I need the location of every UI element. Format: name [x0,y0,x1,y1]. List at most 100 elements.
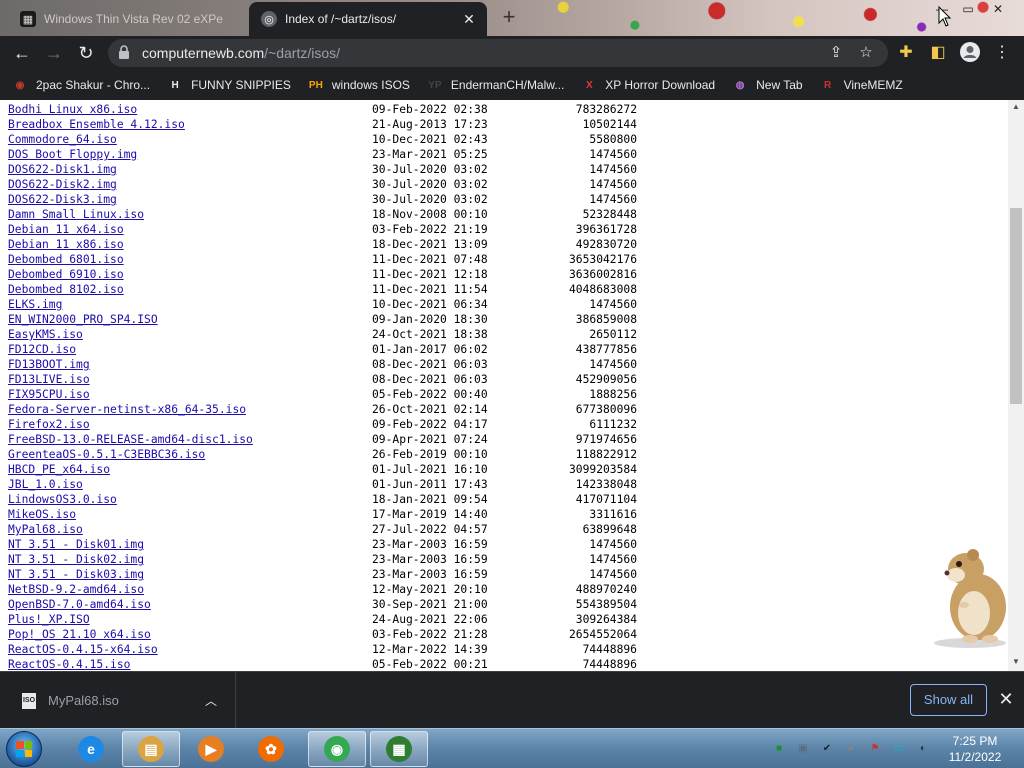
download-bar: ISO MyPal68.iso ︿ Show all ✕ [0,671,1024,729]
file-link[interactable]: Damn Small Linux.iso [8,207,144,222]
extensions-icon[interactable]: ✚ [894,41,918,65]
scroll-up-icon[interactable]: ▲ [1008,102,1024,114]
file-link[interactable]: EN_WIN2000_PRO_SP4.ISO [8,312,158,327]
file-row: MyPal68.iso 27-Jul-2022 04:57 63899648 [8,522,648,537]
file-link[interactable]: NT 3.51 - Disk01.img [8,537,144,552]
file-row: FD12CD.iso 01-Jan-2017 06:02 438777856 [8,342,648,357]
scroll-down-icon[interactable]: ▼ [1008,657,1024,669]
bookmark-item[interactable]: H FUNNY SNIPPIES [167,77,290,93]
file-link[interactable]: Plus!_XP.ISO [8,612,90,627]
file-link[interactable]: HBCD_PE_x64.iso [8,462,110,477]
file-link[interactable]: Breadbox Ensemble 4.12.iso [8,117,185,132]
file-link[interactable]: Debombed 6910.iso [8,267,124,282]
url-host: computernewb.com [142,45,265,61]
bookmark-item[interactable]: ◉ 2pac Shakur - Chro... [12,77,150,93]
file-row: Debombed 6801.iso 11-Dec-2021 07:48 365304… [8,252,648,267]
file-date: 12-May-2021 20:10 [372,583,488,596]
taskbar-button[interactable]: ▶ [182,731,240,767]
file-link[interactable]: NetBSD-9.2-amd64.iso [8,582,144,597]
profile-avatar-icon[interactable] [958,41,982,65]
tray-search-icon[interactable]: ⌕ [842,741,860,757]
file-link[interactable]: Bodhi Linux x86.iso [8,102,137,117]
bookmark-item[interactable]: X XP Horror Download [581,77,715,93]
file-link[interactable]: FreeBSD-13.0-RELEASE-amd64-disc1.iso [8,432,253,447]
file-link[interactable]: Pop!_OS 21.10 x64.iso [8,627,151,642]
tray-check-icon[interactable]: ✔ [818,741,836,757]
file-link[interactable]: NT 3.51 - Disk02.img [8,552,144,567]
file-row: EasyKMS.iso 24-Oct-2021 18:38 2650112 [8,327,648,342]
taskbar-button[interactable]: ▦ [370,731,428,767]
new-tab-button[interactable]: + [497,6,521,30]
clock[interactable]: 7:25 PM 11/2/2022 [942,733,1008,765]
close-tab-icon[interactable]: ✕ [459,11,479,28]
tab-index-of-isos[interactable]: ◎ Index of /~dartz/isos/ ✕ [249,2,487,36]
file-link[interactable]: Commodore_64.iso [8,132,117,147]
file-link[interactable]: DOS622-Disk1.img [8,162,117,177]
file-link[interactable]: JBL_1.0.iso [8,477,83,492]
clock-time: 7:25 PM [952,734,998,748]
hamster-mascot-image[interactable] [930,545,1015,650]
file-link[interactable]: Debian 11 x86.iso [8,237,124,252]
show-all-button[interactable]: Show all [910,684,987,716]
tray-volume-icon[interactable]: ◐ [914,741,932,757]
taskbar-button[interactable]: ◉ [308,731,366,767]
tab-windows-thin-vista[interactable]: ▦ Windows Thin Vista Rev 02 eXPe [8,2,248,36]
file-link[interactable]: ReactOS-0.4.15.iso [8,657,130,671]
taskbar-button[interactable]: e [62,731,120,767]
file-link[interactable]: MyPal68.iso [8,522,83,537]
bookmark-star-icon[interactable]: ☆ [856,43,876,63]
file-size: 488970240 [575,583,637,596]
file-row: OpenBSD-7.0-amd64.iso 30-Sep-2021 21:00 55… [8,597,648,612]
scrollbar-thumb[interactable] [1010,208,1022,404]
file-link[interactable]: NT 3.51 - Disk03.img [8,567,144,582]
menu-icon[interactable]: ⋮ [990,41,1014,65]
iso-file-icon: ISO [22,692,36,709]
file-link[interactable]: FD13LIVE.iso [8,372,90,387]
back-button[interactable]: ← [10,41,34,65]
tray-flag-icon[interactable]: ⚑ [866,741,884,757]
file-link[interactable]: FIX95CPU.iso [8,387,90,402]
tray-monitor-icon[interactable]: ▭ [890,741,908,757]
bookmark-item[interactable]: YP EndermanCH/Malw... [427,77,564,93]
file-link[interactable]: Debombed 8102.iso [8,282,124,297]
file-size: 1888256 [589,388,637,401]
file-link[interactable]: LindowsOS3.0.iso [8,492,117,507]
taskbar-button[interactable]: ▤ [122,731,180,767]
file-row: NT 3.51 - Disk02.img 23-Mar-2003 16:59 147… [8,552,648,567]
share-icon[interactable]: ⇪ [826,43,846,63]
file-link[interactable]: FD13BOOT.img [8,357,90,372]
file-size: 309264384 [575,613,637,626]
file-link[interactable]: DOS622-Disk3.img [8,192,117,207]
file-link[interactable]: ELKS.img [8,297,62,312]
bookmark-item[interactable]: ◍ New Tab [732,77,803,93]
taskbar-button[interactable]: ✿ [242,731,300,767]
start-button[interactable] [6,731,42,767]
bookmark-item[interactable]: PH windows ISOS [308,77,410,93]
side-panel-icon[interactable]: ◧ [926,41,950,65]
file-link[interactable]: OpenBSD-7.0-amd64.iso [8,597,151,612]
file-link[interactable]: GreenteaOS-0.5.1-C3EBBC36.iso [8,447,205,462]
tray-network-icon[interactable]: ▣ [794,741,812,757]
file-link[interactable]: Debian 11 x64.iso [8,222,124,237]
file-date: 23-Mar-2021 05:25 [372,148,488,161]
chevron-up-icon[interactable]: ︿ [201,692,221,709]
close-window-button[interactable]: ✕ [986,2,1010,20]
file-row: DOS Boot Floppy.img 23-Mar-2021 05:25 1474… [8,147,648,162]
download-item[interactable]: ISO MyPal68.iso ︿ [0,672,236,729]
tray-green-icon[interactable]: ■ [770,741,788,757]
file-link[interactable]: ReactOS-0.4.15-x64.iso [8,642,158,657]
file-link[interactable]: Debombed 6801.iso [8,252,124,267]
file-link[interactable]: EasyKMS.iso [8,327,83,342]
file-link[interactable]: MikeOS.iso [8,507,76,522]
file-link[interactable]: DOS Boot Floppy.img [8,147,137,162]
bookmark-item[interactable]: R VineMEMZ [820,77,903,93]
file-link[interactable]: Fedora-Server-netinst-x86_64-35.iso [8,402,246,417]
maximize-button[interactable]: ▭ [956,2,980,20]
file-link[interactable]: FD12CD.iso [8,342,76,357]
reload-button[interactable]: ↻ [74,41,98,65]
file-link[interactable]: Firefox2.iso [8,417,90,432]
address-bar[interactable]: computernewb.com/~dartz/isos/ ⇪ ☆ [108,39,888,67]
file-link[interactable]: DOS622-Disk2.img [8,177,117,192]
forward-button[interactable]: → [42,41,66,65]
close-download-bar-icon[interactable]: ✕ [996,689,1016,709]
